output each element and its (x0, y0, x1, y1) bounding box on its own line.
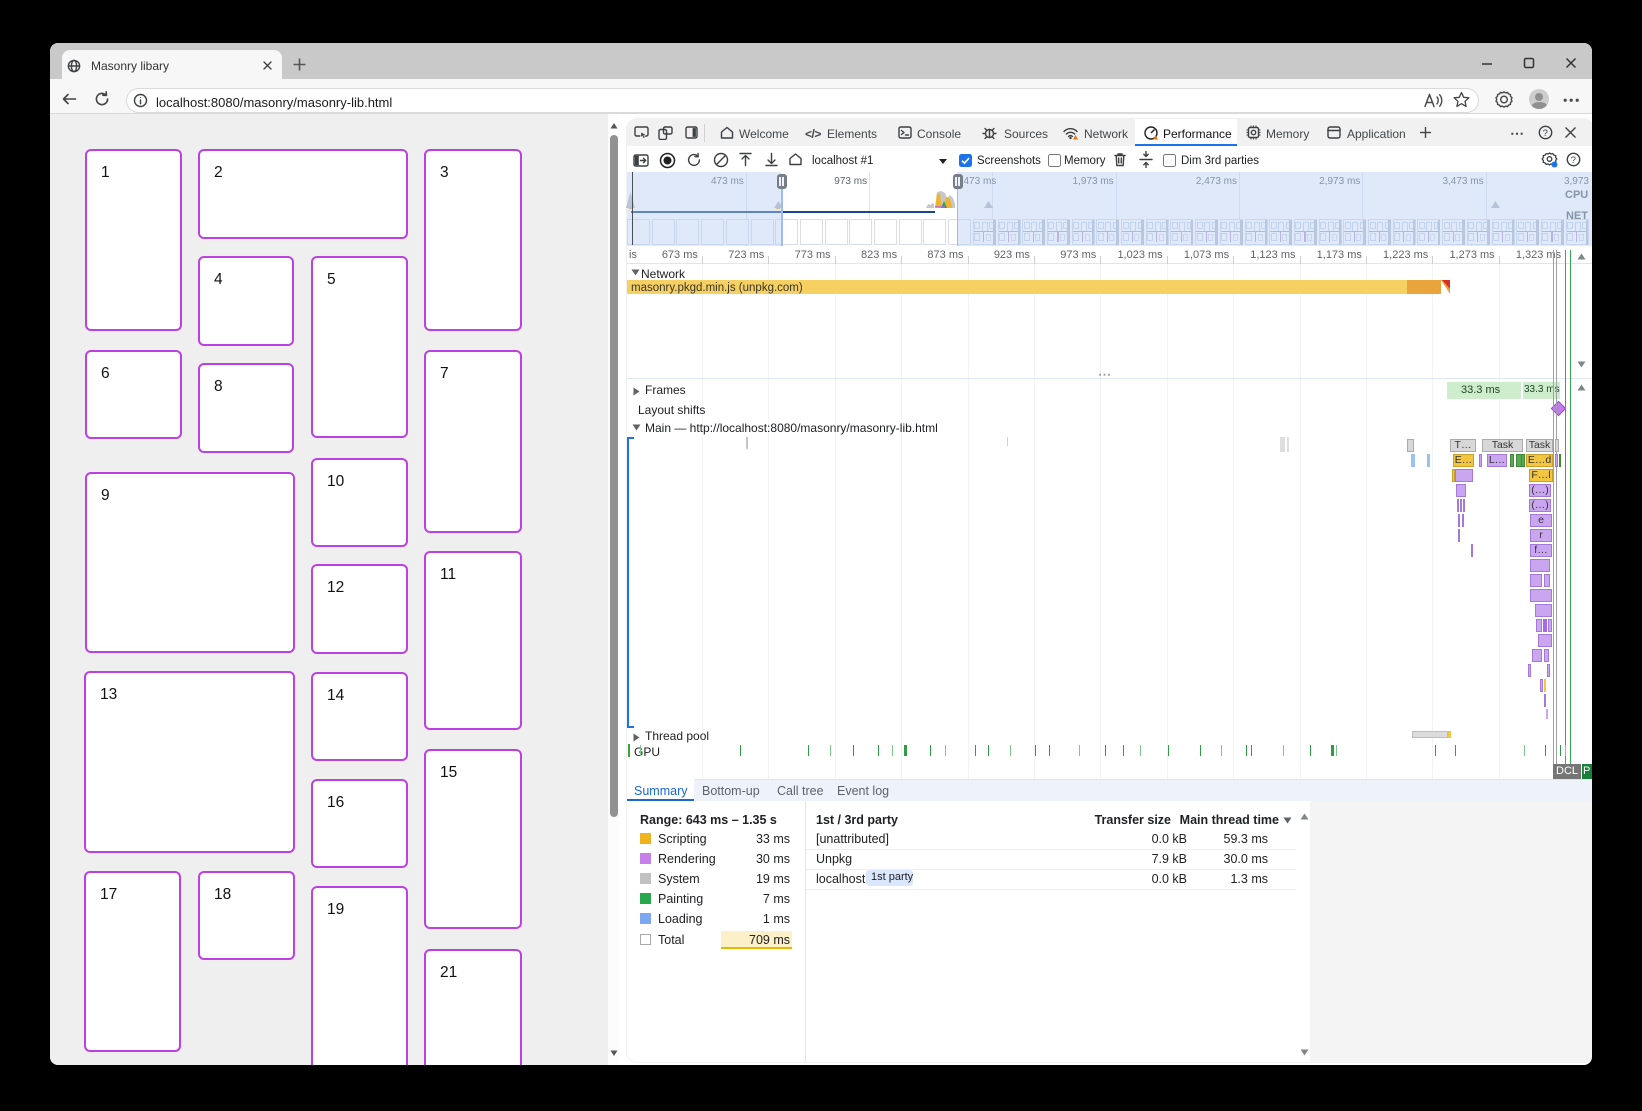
svg-text:?: ? (1543, 128, 1548, 139)
svg-text:?: ? (1571, 155, 1576, 166)
